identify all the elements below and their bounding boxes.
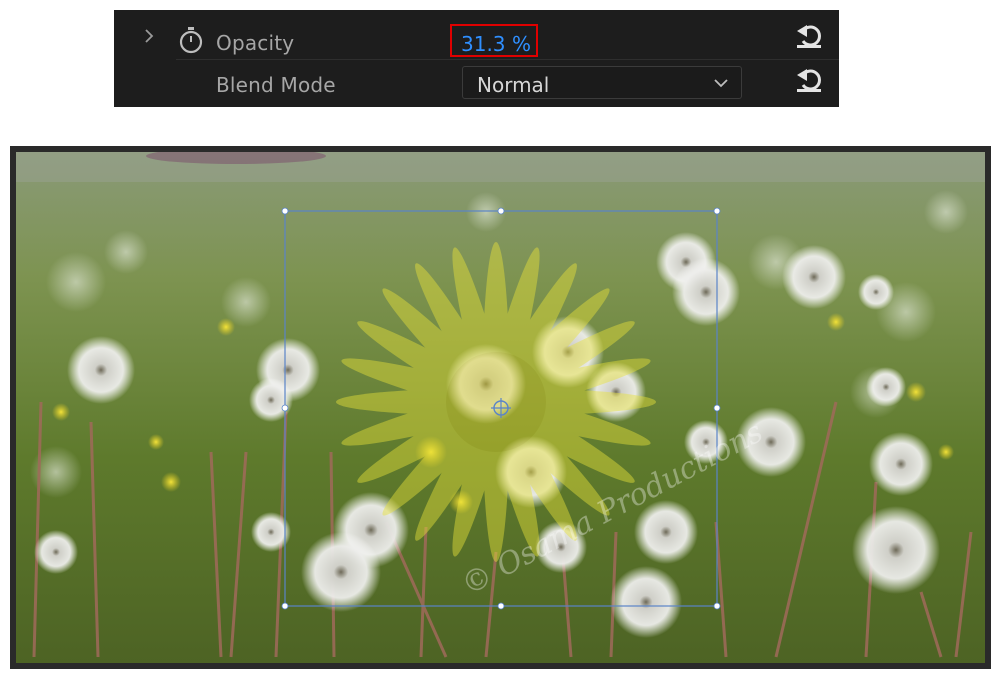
chevron-right-icon[interactable] bbox=[141, 26, 157, 46]
opacity-value-field[interactable]: 31.3 % bbox=[450, 24, 538, 57]
program-monitor: © Osama Productions bbox=[10, 146, 991, 669]
opacity-unit: % bbox=[512, 32, 532, 56]
stopwatch-icon[interactable] bbox=[178, 26, 204, 54]
opacity-label: Opacity bbox=[216, 31, 295, 55]
reset-icon[interactable] bbox=[794, 65, 824, 93]
blend-mode-dropdown[interactable]: Normal bbox=[462, 66, 742, 99]
opacity-value[interactable]: 31.3 bbox=[461, 32, 506, 56]
reset-icon[interactable] bbox=[794, 21, 824, 49]
blend-mode-label: Blend Mode bbox=[216, 73, 336, 97]
row-divider bbox=[176, 59, 839, 60]
chevron-down-icon bbox=[714, 79, 728, 88]
blend-mode-value: Normal bbox=[477, 73, 550, 97]
effect-controls-panel: Opacity 31.3 % Blend Mode Normal bbox=[114, 10, 839, 107]
video-frame[interactable]: © Osama Productions bbox=[16, 152, 985, 663]
dandelion-field-image bbox=[16, 152, 985, 663]
